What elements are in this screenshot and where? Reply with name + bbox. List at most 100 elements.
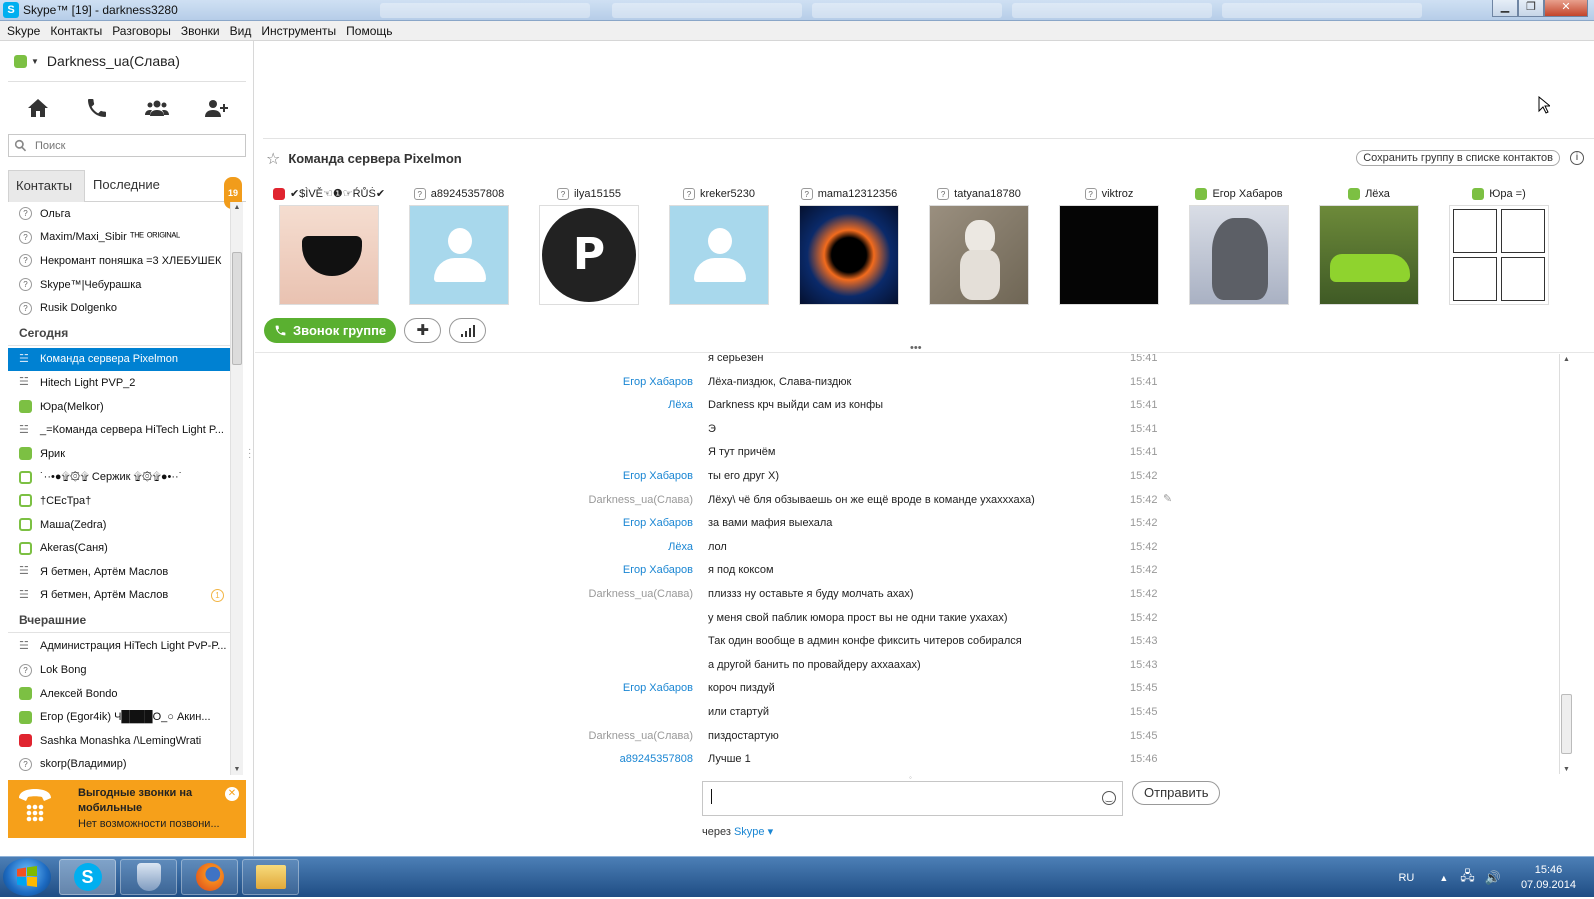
via-service-dropdown[interactable]: Skype ▾ bbox=[734, 826, 773, 838]
promo-banner[interactable]: Выгодные звонки на мобильные Нет возможн… bbox=[8, 780, 246, 838]
taskbar-shield-app[interactable] bbox=[120, 859, 177, 895]
message-sender[interactable]: a89245357808 bbox=[620, 753, 693, 765]
tab-contacts[interactable]: Контакты bbox=[8, 170, 85, 202]
group-member[interactable]: Егор Хабаров bbox=[1179, 184, 1299, 305]
contact-list-item[interactable]: Akeras(Саня) bbox=[8, 536, 230, 560]
volume-icon[interactable]: 🔊 bbox=[1485, 870, 1501, 886]
add-participant-button[interactable]: ✚ bbox=[404, 318, 442, 343]
menu-item[interactable]: Помощь bbox=[346, 24, 392, 38]
message-sender[interactable]: Лёха bbox=[668, 399, 693, 411]
contact-list-item[interactable]: Я бетмен, Артём Маслов bbox=[8, 560, 230, 584]
contact-list-item[interactable]: Алексей Bondo bbox=[8, 682, 230, 706]
message-sender[interactable]: Егор Хабаров bbox=[623, 564, 693, 576]
group-member[interactable]: kreker5230 bbox=[659, 184, 779, 305]
scroll-up-icon[interactable]: ▲ bbox=[231, 204, 243, 211]
contact-list-item[interactable]: ˙··•●۩۞۩ Сержик ۩۞۩●•··˙ bbox=[8, 466, 230, 490]
scroll-down-icon[interactable]: ▼ bbox=[1560, 766, 1573, 773]
contact-list-item[interactable]: skorp(Владимир) bbox=[8, 753, 230, 775]
group-member[interactable]: ilya15155 P bbox=[529, 184, 649, 305]
group-member[interactable]: a89245357808 bbox=[399, 184, 519, 305]
info-icon[interactable]: i bbox=[1570, 151, 1584, 165]
avatar[interactable] bbox=[1319, 205, 1419, 305]
message-sender[interactable]: Darkness_ua(Слава) bbox=[589, 494, 693, 506]
contact-list-item[interactable]: _=Команда сервера HiTech Light P... bbox=[8, 418, 230, 442]
menu-item[interactable]: Вид bbox=[230, 24, 252, 38]
contact-list-item[interactable]: Ольга bbox=[8, 202, 230, 226]
contact-list-scrollbar[interactable]: ▲ ▼ bbox=[230, 202, 243, 775]
group-member[interactable]: Лёха bbox=[1309, 184, 1429, 305]
group-member[interactable]: mama12312356 bbox=[789, 184, 909, 305]
message-sender[interactable]: Егор Хабаров bbox=[623, 517, 693, 529]
scrollbar-thumb[interactable] bbox=[1561, 694, 1572, 754]
group-member[interactable]: tatyana18780 bbox=[919, 184, 1039, 305]
contact-list-item[interactable]: Команда сервера Pixelmon bbox=[8, 347, 230, 372]
network-icon[interactable]: 🖧 bbox=[1460, 867, 1475, 889]
contact-list-item[interactable]: Skype™|Чебурашка bbox=[8, 273, 230, 297]
scrollbar-thumb[interactable] bbox=[232, 252, 242, 365]
contact-list-item[interactable]: Ярик bbox=[8, 442, 230, 466]
show-hidden-icons-icon[interactable]: ▲ bbox=[1439, 873, 1448, 883]
avatar[interactable] bbox=[1449, 205, 1549, 305]
phone-icon[interactable] bbox=[85, 96, 109, 120]
search-input[interactable] bbox=[35, 139, 235, 152]
message-sender[interactable]: Darkness_ua(Слава) bbox=[589, 588, 693, 600]
message-sender[interactable]: Егор Хабаров bbox=[623, 470, 693, 482]
message-input[interactable]: ‿ bbox=[702, 781, 1123, 816]
contact-list-item[interactable]: Некромант поняшка =3 ХЛЕБУШЕК bbox=[8, 249, 230, 273]
contact-list-item[interactable]: Юра(Melkor) bbox=[8, 395, 230, 419]
contact-list-item[interactable]: Администрация HiTech Light PvP-P... bbox=[8, 635, 230, 659]
home-icon[interactable] bbox=[26, 96, 50, 120]
emoticon-icon[interactable]: ‿ bbox=[1102, 791, 1116, 805]
chat-scrollbar[interactable]: ▲ ▼ bbox=[1559, 354, 1573, 774]
call-group-button[interactable]: Звонок группе bbox=[264, 318, 397, 343]
taskbar-firefox[interactable] bbox=[181, 859, 238, 895]
menu-item[interactable]: Контакты bbox=[50, 24, 102, 38]
avatar[interactable] bbox=[1059, 205, 1159, 305]
taskbar-explorer[interactable] bbox=[242, 859, 299, 895]
menu-item[interactable]: Skype bbox=[7, 24, 40, 38]
contact-list-item[interactable]: Маша(Zedra) bbox=[8, 513, 230, 537]
contact-list-item[interactable]: †СЕсТра† bbox=[8, 489, 230, 513]
send-button[interactable]: Отправить bbox=[1132, 781, 1221, 805]
maximize-button[interactable]: ❐ bbox=[1518, 0, 1544, 17]
avatar[interactable] bbox=[1189, 205, 1289, 305]
contact-list-item[interactable]: Maxim/Maxi_Sibir ᵀᴴᴱ ᴼᴿᴵᴳᴵᴺᴬᴸ bbox=[8, 226, 230, 250]
contacts-group-icon[interactable] bbox=[144, 96, 169, 120]
group-member[interactable]: viktroz bbox=[1049, 184, 1169, 305]
contact-list-item[interactable]: Hitech Light PVP_2 bbox=[8, 371, 230, 395]
message-sender[interactable]: Егор Хабаров bbox=[623, 376, 693, 388]
scroll-down-icon[interactable]: ▼ bbox=[231, 766, 243, 773]
menu-item[interactable]: Звонки bbox=[181, 24, 220, 38]
message-sender[interactable]: Лёха bbox=[668, 541, 693, 553]
group-member[interactable]: Юра =) bbox=[1439, 184, 1559, 305]
chevron-down-icon[interactable]: ▼ bbox=[31, 57, 39, 66]
group-member[interactable]: ✔$ÌVĚ☜❶☞ŔŮṠ✔ bbox=[269, 184, 389, 305]
avatar[interactable]: P bbox=[539, 205, 639, 305]
contact-list-item[interactable]: Rusik Dolgenko bbox=[8, 296, 230, 320]
message-sender[interactable]: Darkness_ua(Слава) bbox=[589, 730, 693, 742]
taskbar-skype[interactable]: S bbox=[59, 859, 116, 895]
tab-recent[interactable]: Последние 19 bbox=[85, 170, 246, 209]
minimize-button[interactable]: ▁ bbox=[1492, 0, 1518, 17]
avatar[interactable] bbox=[929, 205, 1029, 305]
contact-list-item[interactable]: Sashka Monashka /\LemingWrati bbox=[8, 729, 230, 753]
language-indicator[interactable]: RU bbox=[1398, 872, 1414, 884]
avatar[interactable] bbox=[409, 205, 509, 305]
message-sender[interactable]: Егор Хабаров bbox=[623, 682, 693, 694]
clock[interactable]: 15:46 07.09.2014 bbox=[1521, 863, 1576, 893]
close-button[interactable]: ✕ bbox=[1544, 0, 1588, 17]
start-button[interactable] bbox=[3, 858, 51, 896]
menu-item[interactable]: Разговоры bbox=[112, 24, 171, 38]
search-box[interactable] bbox=[8, 134, 246, 157]
scroll-up-icon[interactable]: ▲ bbox=[1560, 356, 1573, 363]
avatar[interactable] bbox=[669, 205, 769, 305]
save-group-button[interactable]: Сохранить группу в списке контактов bbox=[1356, 150, 1560, 166]
pane-splitter[interactable]: · · · bbox=[248, 445, 251, 463]
contact-list-item[interactable]: Егор (Egor4ik) Ч████О_○ Акин... bbox=[8, 705, 230, 729]
call-quality-button[interactable] bbox=[449, 318, 487, 343]
contact-list-item[interactable]: Я бетмен, Артём Маслов 1 bbox=[8, 584, 230, 608]
add-contact-icon[interactable] bbox=[204, 96, 229, 120]
close-promo-icon[interactable]: ✕ bbox=[225, 787, 239, 801]
avatar[interactable] bbox=[279, 205, 379, 305]
menu-item[interactable]: Инструменты bbox=[261, 24, 336, 38]
